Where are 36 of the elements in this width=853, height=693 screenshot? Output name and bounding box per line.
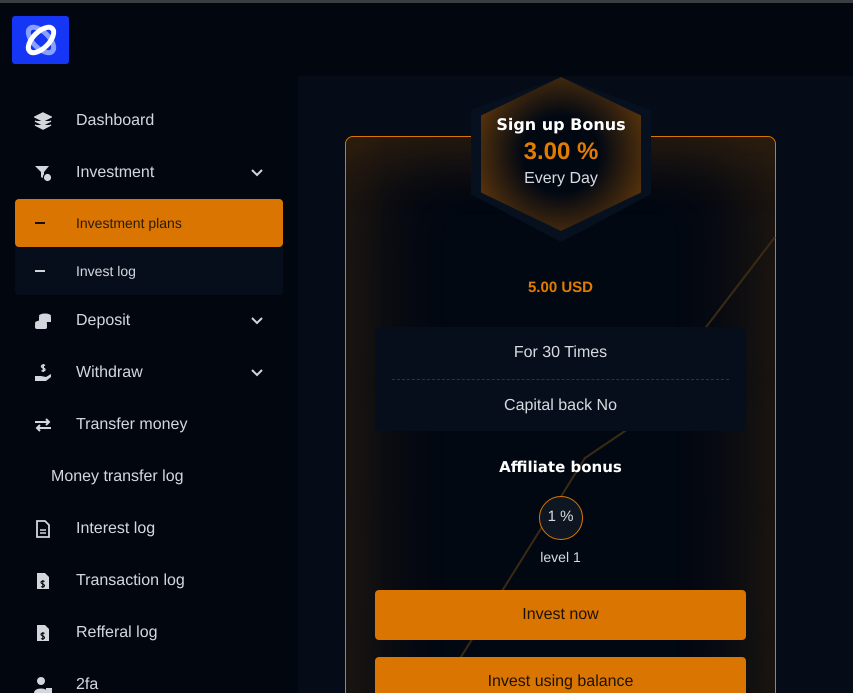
sidebar-item[interactable]: Transaction log <box>15 555 283 607</box>
detail-text: For 30 Times <box>514 343 608 363</box>
submenu-item[interactable]: Invest log <box>15 247 283 295</box>
level-label: level 1 <box>540 548 581 566</box>
document-dollar-icon <box>34 624 52 642</box>
sidebar-item[interactable]: Dashboard <box>15 95 283 147</box>
logo-icon[interactable] <box>12 16 69 64</box>
coins-icon <box>34 312 52 330</box>
invest-balance-button[interactable]: Invest using balance <box>375 656 746 693</box>
funnel-coin-icon <box>34 164 52 182</box>
layers-icon <box>34 112 52 130</box>
submenu-item[interactable]: Investment plans <box>15 199 283 247</box>
chevron-down-icon <box>251 317 263 325</box>
sidebar-item[interactable]: 2fa <box>15 659 283 693</box>
chevron-down-icon <box>251 169 263 177</box>
chevron-down-icon <box>251 369 263 377</box>
sidebar-item[interactable]: Deposit <box>15 295 283 347</box>
hand-dollar-icon <box>34 364 52 382</box>
sidebar-item[interactable]: Transfer money <box>15 399 283 451</box>
bonus-period: Every Day <box>524 169 598 189</box>
sidebar-item[interactable]: Investment <box>15 147 283 199</box>
sidebar-item[interactable]: Refferal log <box>15 607 283 659</box>
bonus-rate: 3.00 % <box>524 137 598 167</box>
user-lock-icon <box>34 676 52 693</box>
sidebar-item[interactable]: Interest log <box>15 503 283 555</box>
badge-title: Sign up Bonus <box>496 114 626 136</box>
document-dollar-icon <box>34 572 52 590</box>
affiliate-title: Affiliate bonus <box>499 458 622 476</box>
affiliate-percent: 1 % <box>538 496 582 540</box>
invest-button[interactable]: Invest now <box>375 590 746 640</box>
document-icon <box>34 520 52 538</box>
sidebar-item[interactable]: Withdraw <box>15 347 283 399</box>
sidebar-item[interactable]: Money transfer log <box>15 451 283 503</box>
exchange-icon <box>34 416 52 434</box>
detail-text: Capital back No <box>504 396 617 416</box>
plan-price: 5.00 USD <box>528 279 594 296</box>
